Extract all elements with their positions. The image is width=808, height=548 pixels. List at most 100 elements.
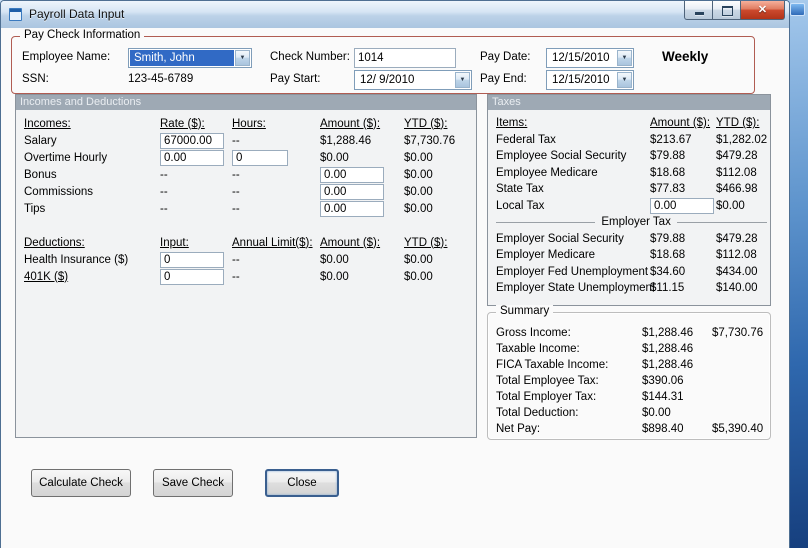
summary-label-total-employer-tax: Total Employer Tax: [496, 391, 597, 403]
income-label-commissions: Commissions [24, 185, 94, 198]
employer-state-unemployment-ytd: $140.00 [716, 282, 758, 295]
income-label-salary: Salary [24, 134, 57, 147]
taxes-panel: Taxes Items: Amount ($): YTD ($): Federa… [487, 94, 771, 306]
pay-end-datepicker[interactable]: 12/15/2010 ▼ [546, 70, 634, 90]
commissions-ytd: $0.00 [404, 185, 433, 198]
commissions-amount-input[interactable] [320, 183, 384, 200]
tax-label-employer-ss: Employer Social Security [496, 232, 624, 245]
commissions-rate: -- [160, 185, 168, 198]
deduction-401k-link[interactable]: 401K ($) [24, 271, 160, 283]
summary-grid: Gross Income: $1,288.46 $7,730.76 Taxabl… [496, 325, 763, 437]
tax-label-employer-fed-unemployment: Employer Fed Unemployment [496, 265, 649, 278]
employer-ss-amount: $79.88 [650, 232, 686, 245]
col-header-annual-limit: Annual Limit($): [232, 236, 313, 249]
employer-ss-ytd: $479.28 [716, 232, 758, 245]
income-label-bonus: Bonus [24, 168, 57, 181]
overtime-rate-input[interactable] [160, 149, 224, 166]
check-number-label: Check Number: [270, 51, 350, 63]
gross-income-ytd: $7,730.76 [712, 327, 764, 339]
tips-amount-input[interactable] [320, 200, 384, 217]
401k-amount: $0.00 [320, 270, 349, 283]
taxes-header: Taxes [488, 95, 770, 110]
save-check-button[interactable]: Save Check [153, 469, 233, 497]
401k-ytd: $0.00 [404, 270, 433, 283]
tax-label-employer-medicare: Employer Medicare [496, 249, 596, 262]
payroll-window: Payroll Data Input ✕ Pay Check Informati… [0, 0, 790, 548]
overtime-amount: $0.00 [320, 151, 349, 164]
overtime-hours-input[interactable] [232, 149, 288, 166]
bonus-rate: -- [160, 168, 168, 181]
col-header-hours: Hours: [232, 117, 266, 130]
chevron-down-icon: ▼ [621, 55, 628, 61]
tips-rate: -- [160, 202, 168, 215]
401k-input[interactable] [160, 268, 224, 285]
summary-label-gross-income: Gross Income: [496, 327, 571, 339]
summary-label-total-deduction: Total Deduction: [496, 407, 579, 419]
close-form-button[interactable]: Close [265, 469, 339, 497]
maximize-button[interactable] [712, 1, 741, 20]
col-header-tax-ytd: YTD ($): [716, 117, 760, 130]
bonus-ytd: $0.00 [404, 168, 433, 181]
ssn-value: 123-45-6789 [128, 73, 194, 85]
employee-name-dropdown-button[interactable]: ▼ [235, 50, 250, 66]
summary-group-title: Summary [496, 305, 554, 317]
desktop-icon[interactable] [790, 3, 805, 16]
tax-label-employee-medicare: Employee Medicare [496, 166, 598, 179]
incomes-deductions-header: Incomes and Deductions [16, 95, 476, 110]
pay-start-datepicker[interactable]: 12/ 9/2010 ▼ [354, 70, 472, 90]
col-header-items: Items: [496, 117, 528, 130]
ssn-label: SSN: [22, 73, 49, 85]
incomes-grid: Incomes: Rate ($): Hours: Amount ($): YT… [24, 115, 455, 285]
employee-ss-ytd: $479.28 [716, 150, 758, 163]
app-icon [8, 7, 23, 22]
gross-income-amount: $1,288.46 [642, 327, 694, 339]
employer-tax-separator: Employer Tax [496, 216, 767, 228]
summary-label-fica-taxable-income: FICA Taxable Income: [496, 359, 609, 371]
employee-name-value: Smith, John [130, 50, 234, 66]
pay-end-dropdown-button[interactable]: ▼ [617, 72, 632, 88]
form-client-area: Pay Check Information Employee Name: Smi… [1, 28, 789, 548]
col-header-input: Input: [160, 236, 189, 249]
tax-label-employer-state-unemployment: Employer State Unemployment [496, 282, 656, 295]
employee-medicare-amount: $18.68 [650, 166, 686, 179]
pay-date-datepicker[interactable]: 12/15/2010 ▼ [546, 48, 634, 68]
pay-date-dropdown-button[interactable]: ▼ [617, 50, 632, 66]
employer-fed-unemployment-ytd: $434.00 [716, 265, 758, 278]
tips-ytd: $0.00 [404, 202, 433, 215]
summary-group: Summary Gross Income: $1,288.46 $7,730.7… [487, 305, 771, 440]
employee-name-label: Employee Name: [22, 51, 111, 63]
check-number-input[interactable] [354, 48, 456, 68]
pay-end-label: Pay End: [480, 73, 527, 85]
fica-taxable-income-amount: $1,288.46 [642, 359, 694, 371]
titlebar[interactable]: Payroll Data Input ✕ [1, 1, 789, 29]
local-tax-input[interactable] [650, 197, 714, 214]
employee-name-select[interactable]: Smith, John ▼ [128, 48, 252, 68]
401k-limit: -- [232, 270, 240, 283]
summary-label-taxable-income: Taxable Income: [496, 343, 580, 355]
pay-date-label: Pay Date: [480, 51, 531, 63]
health-insurance-amount: $0.00 [320, 253, 349, 266]
bonus-amount-input[interactable] [320, 166, 384, 183]
summary-label-total-employee-tax: Total Employee Tax: [496, 375, 599, 387]
close-button[interactable]: ✕ [740, 1, 785, 20]
pay-start-dropdown-button[interactable]: ▼ [455, 72, 470, 88]
employer-state-unemployment-amount: $11.15 [650, 282, 685, 295]
col-header-amount: Amount ($): [320, 117, 381, 130]
tax-label-employee-ss: Employee Social Security [496, 150, 627, 163]
tax-label-state: State Tax [496, 183, 544, 196]
pay-date-value: 12/15/2010 [552, 52, 610, 64]
employer-medicare-ytd: $112.08 [716, 249, 757, 262]
commissions-hours: -- [232, 185, 240, 198]
chevron-down-icon: ▼ [239, 55, 246, 61]
col-header-tax-amount: Amount ($): [650, 117, 711, 130]
salary-rate-input[interactable] [160, 132, 224, 149]
total-employee-tax-amount: $390.06 [642, 375, 684, 387]
taxes-grid: Items: Amount ($): YTD ($): Federal Tax … [496, 115, 767, 297]
calculate-check-button[interactable]: Calculate Check [31, 469, 131, 497]
employer-tax-label: Employer Tax [601, 216, 671, 229]
col-header-ded-amount: Amount ($): [320, 236, 381, 249]
minimize-button[interactable] [684, 1, 713, 20]
health-insurance-input[interactable] [160, 251, 224, 268]
pay-frequency-label: Weekly [662, 49, 709, 64]
net-pay-ytd: $5,390.40 [712, 423, 764, 435]
